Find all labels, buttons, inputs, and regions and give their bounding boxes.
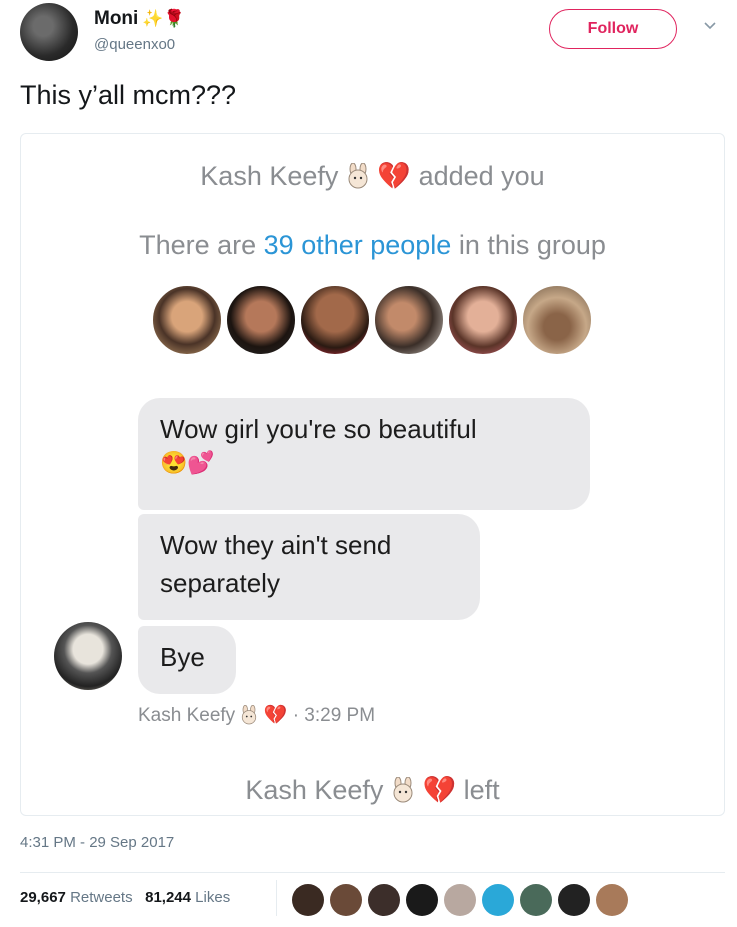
rabbit-face-icon bbox=[242, 705, 257, 725]
likes-label[interactable]: Likes bbox=[195, 889, 230, 906]
message-bubble: Wow they ain't send separately bbox=[138, 514, 480, 620]
divider bbox=[20, 872, 725, 873]
member-avatar[interactable] bbox=[151, 284, 223, 356]
message-meta: Kash Keefy 💔 · 3:29 PM bbox=[138, 703, 375, 727]
chevron-down-icon[interactable] bbox=[702, 18, 718, 34]
group-member-avatars bbox=[151, 284, 601, 356]
liker-avatar[interactable] bbox=[596, 884, 628, 916]
left-notice: Kash Keefy 💔 left bbox=[21, 774, 724, 806]
tweet-stats: 29,667 Retweets 81,244 Likes bbox=[20, 889, 230, 906]
retweets-label[interactable]: Retweets bbox=[70, 889, 133, 906]
group-info: There are 39 other people in this group bbox=[21, 230, 724, 261]
tweet-text: This y’all mcm??? bbox=[20, 80, 237, 110]
member-avatar[interactable] bbox=[225, 284, 297, 356]
liker-avatar[interactable] bbox=[482, 884, 514, 916]
added-suffix: added you bbox=[418, 161, 545, 191]
people-suffix: in this group bbox=[458, 230, 606, 260]
tweet-timestamp[interactable]: 4:31 PM - 29 Sep 2017 bbox=[20, 834, 174, 851]
message-text: Bye bbox=[160, 642, 205, 672]
author-name[interactable]: Moni ✨🌹 bbox=[94, 8, 185, 30]
retweets-count[interactable]: 29,667 bbox=[20, 889, 66, 906]
member-avatar[interactable] bbox=[447, 284, 519, 356]
member-avatar[interactable] bbox=[373, 284, 445, 356]
liker-avatar[interactable] bbox=[368, 884, 400, 916]
author-emojis: ✨🌹 bbox=[142, 9, 185, 28]
rabbit-face-icon bbox=[348, 163, 368, 189]
other-people-link[interactable]: 39 other people bbox=[264, 230, 452, 260]
message-time: · 3:29 PM bbox=[292, 705, 376, 726]
liker-avatar[interactable] bbox=[330, 884, 362, 916]
member-avatar[interactable] bbox=[521, 284, 593, 356]
message-bubble: Wow girl you're so beautiful 😍💕 bbox=[138, 398, 590, 510]
message-text: Wow they ain't send separately bbox=[160, 530, 392, 598]
added-name: Kash Keefy bbox=[200, 161, 339, 191]
left-name: Kash Keefy bbox=[245, 775, 384, 805]
rabbit-face-icon bbox=[393, 777, 413, 803]
embedded-screenshot[interactable]: Kash Keefy 💔 added you There are 39 othe… bbox=[20, 133, 725, 816]
author-handle[interactable]: @queenxo0 bbox=[94, 36, 175, 53]
liker-avatar[interactable] bbox=[444, 884, 476, 916]
liker-avatar[interactable] bbox=[520, 884, 552, 916]
left-suffix: left bbox=[463, 775, 500, 805]
liker-avatar[interactable] bbox=[406, 884, 438, 916]
author-name-text: Moni bbox=[94, 8, 139, 29]
liker-avatar[interactable] bbox=[558, 884, 590, 916]
likes-count[interactable]: 81,244 bbox=[145, 889, 191, 906]
people-prefix: There are bbox=[139, 230, 257, 260]
message-bubble: Bye bbox=[138, 626, 236, 694]
broken-heart-icon: 💔 bbox=[377, 161, 412, 191]
sender-avatar[interactable] bbox=[54, 622, 122, 690]
broken-heart-icon: 💔 bbox=[263, 705, 288, 726]
follow-button[interactable]: Follow bbox=[549, 9, 677, 49]
author-avatar[interactable] bbox=[20, 3, 78, 61]
broken-heart-icon: 💔 bbox=[422, 775, 457, 805]
message-emojis: 😍💕 bbox=[160, 450, 215, 475]
message-text: Wow girl you're so beautiful bbox=[160, 414, 477, 444]
member-avatar[interactable] bbox=[299, 284, 371, 356]
liker-avatar[interactable] bbox=[292, 884, 324, 916]
sender-name: Kash Keefy bbox=[138, 705, 236, 726]
added-notice: Kash Keefy 💔 added you bbox=[21, 160, 724, 192]
divider bbox=[276, 880, 277, 916]
